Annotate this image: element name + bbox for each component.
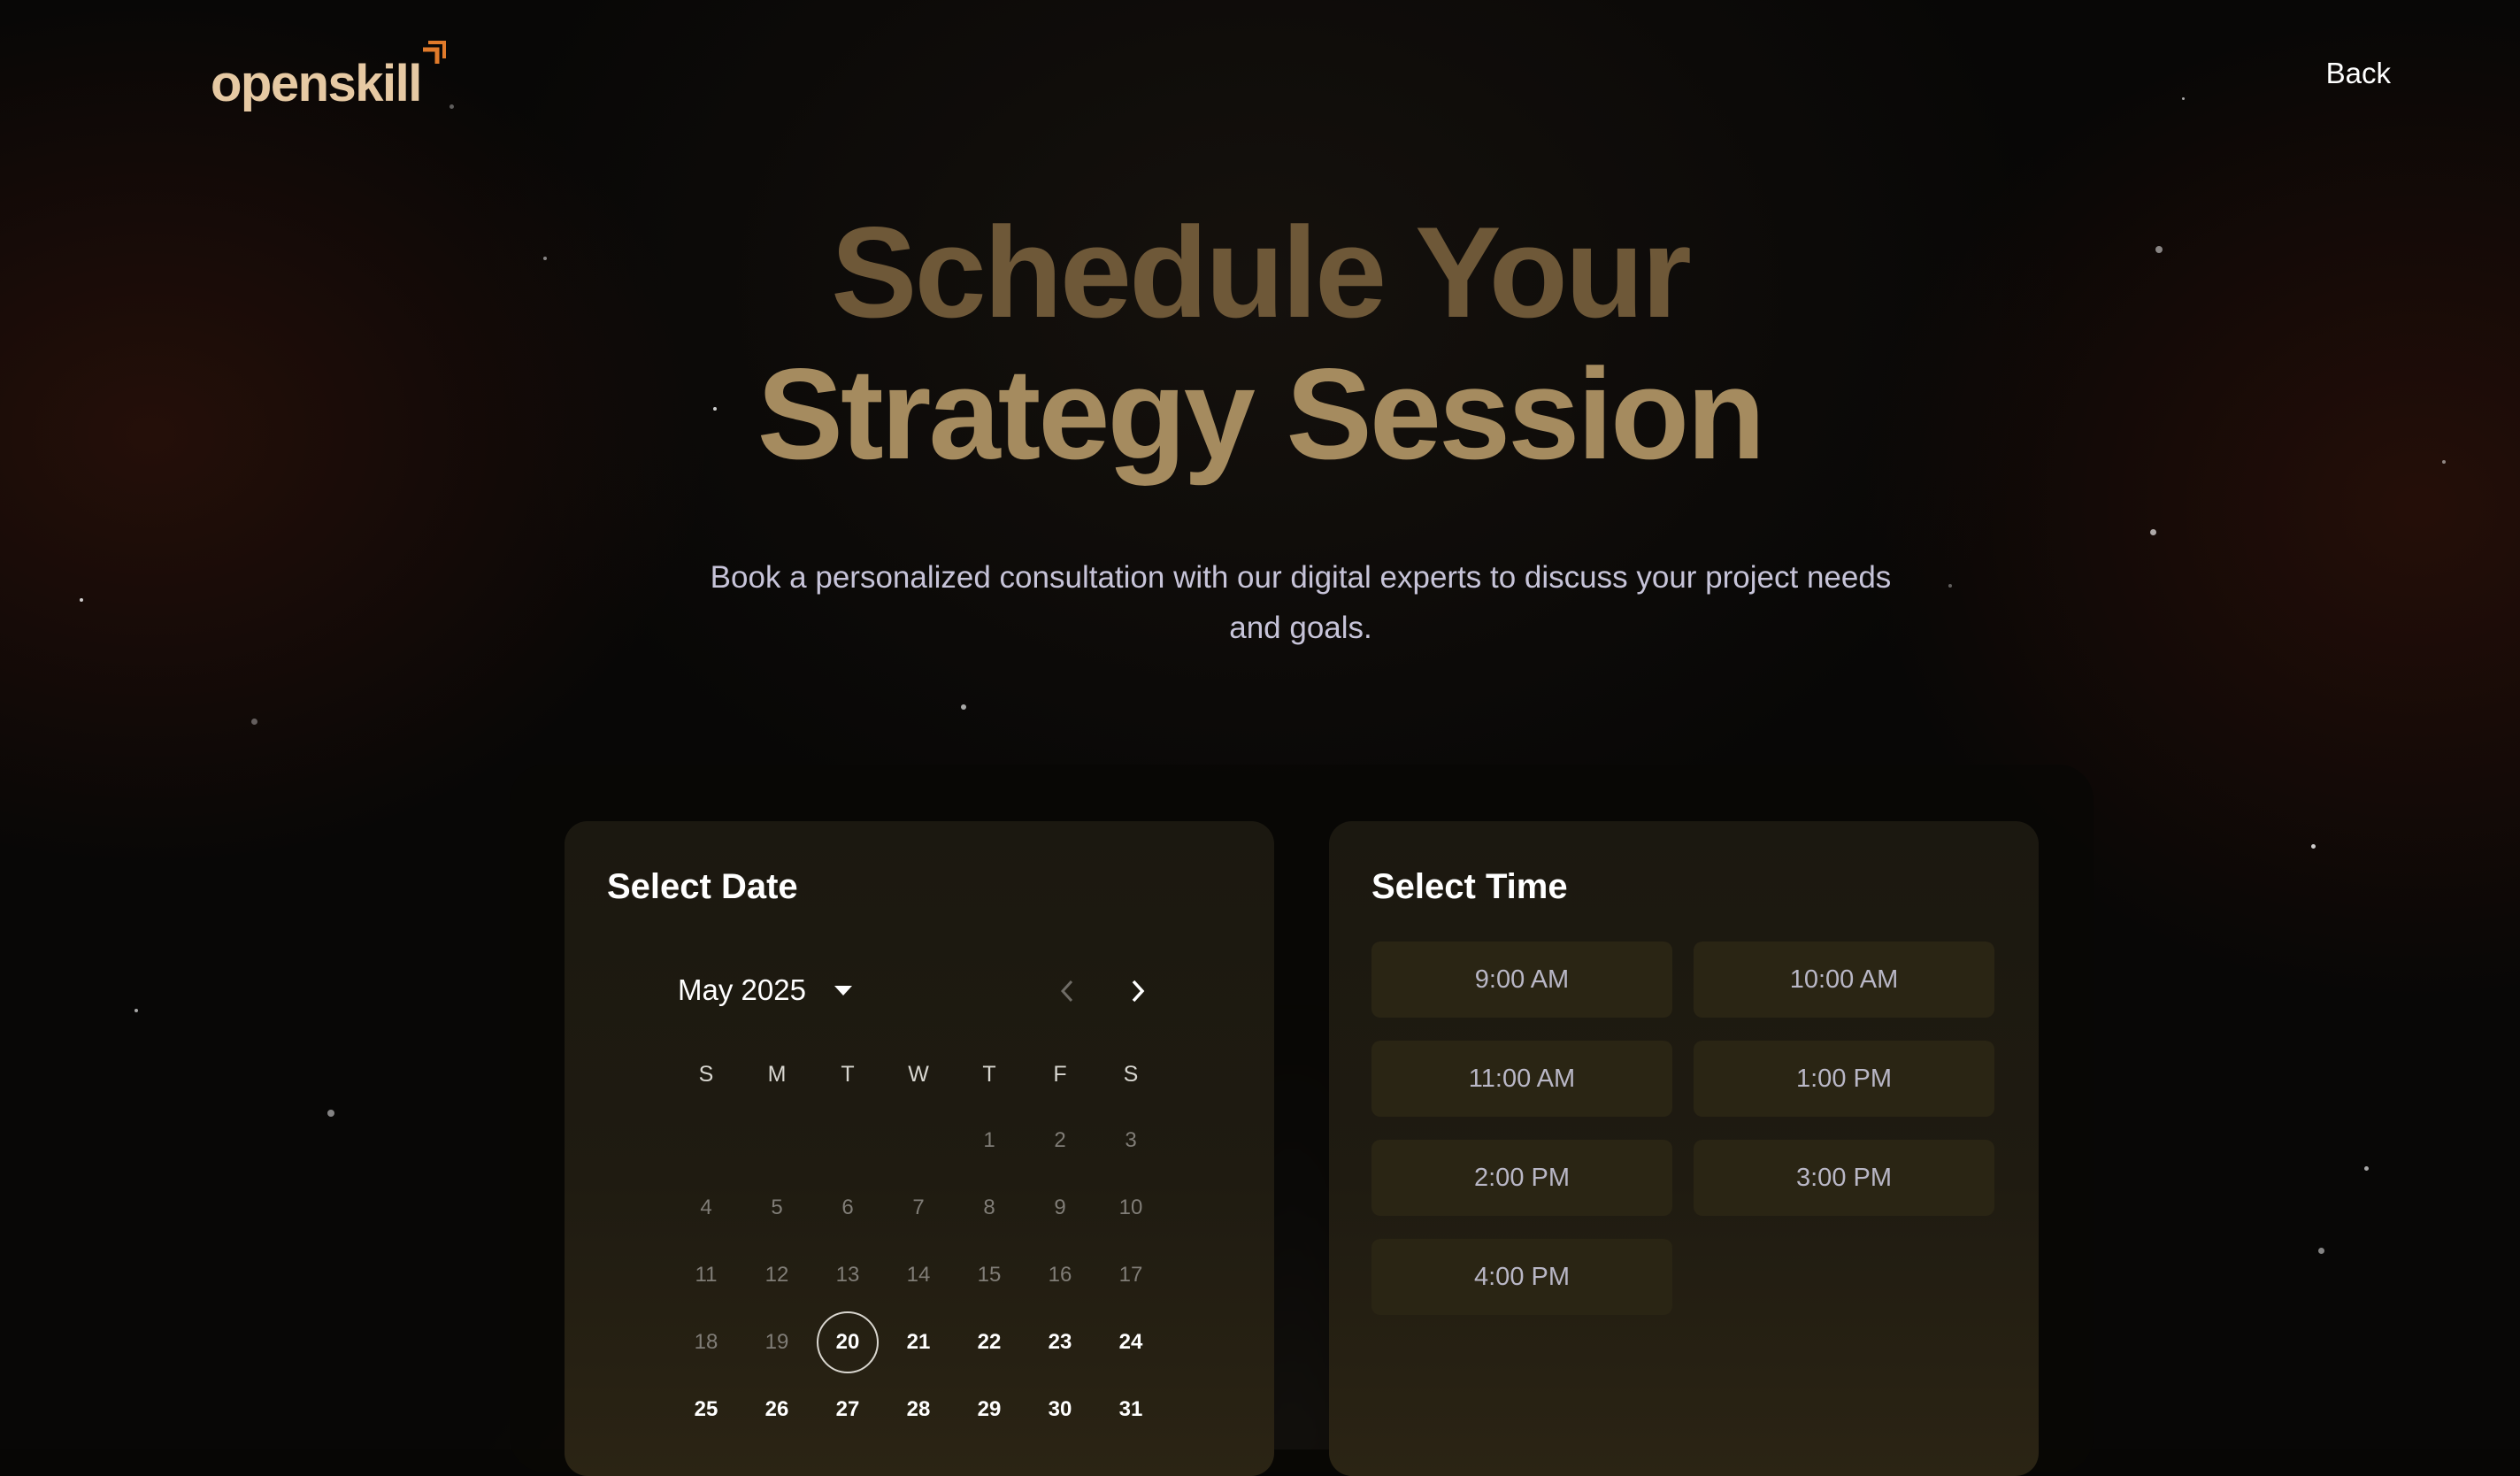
- star: [251, 719, 257, 725]
- calendar-day-30[interactable]: 30: [1029, 1379, 1091, 1441]
- month-selector[interactable]: May 2025: [678, 973, 852, 1007]
- weekday-label: S: [698, 1062, 714, 1087]
- calendar-day-26[interactable]: 26: [746, 1379, 808, 1441]
- select-time-card: Select Time 9:00 AM 10:00 AM 11:00 AM 1:00 …: [1329, 821, 2039, 1476]
- next-month-button[interactable]: [1118, 972, 1157, 1011]
- calendar-day-29[interactable]: 29: [958, 1379, 1020, 1441]
- calendar-day-12: 12: [764, 1263, 789, 1287]
- select-date-card: Select Date May 2025 SMTWTFS 1 2 3 4 5 6 7 8 9 10…: [565, 821, 1274, 1476]
- title-line-1: Schedule Your: [831, 200, 1692, 344]
- caret-down-icon: [834, 985, 852, 996]
- calendar-day-11: 11: [695, 1263, 718, 1287]
- page-subtitle: Book a personalized consultation with ou…: [710, 560, 1892, 645]
- calendar-day-4: 4: [700, 1195, 712, 1219]
- time-slot-button[interactable]: 3:00 PM: [1694, 1140, 1994, 1216]
- calendar-day-9: 9: [1054, 1195, 1066, 1219]
- page-title: Schedule Your Strategy Session: [0, 202, 2520, 485]
- calendar-day-1: 1: [983, 1128, 995, 1152]
- time-slot-button[interactable]: 9:00 AM: [1371, 942, 1672, 1018]
- star: [449, 104, 454, 109]
- time-slot-button[interactable]: 4:00 PM: [1371, 1239, 1672, 1315]
- time-slot-button[interactable]: 11:00 AM: [1371, 1041, 1672, 1117]
- star: [1948, 584, 1952, 588]
- calendar-day-5: 5: [771, 1195, 783, 1219]
- select-time-heading: Select Time: [1371, 867, 1568, 906]
- arrow-up-right-icon: [422, 41, 446, 64]
- chevron-left-icon: [1060, 980, 1073, 1003]
- weekday-header: SMTWTFS: [671, 1062, 1166, 1088]
- calendar-day-3: 3: [1125, 1128, 1137, 1152]
- calendar-day-8: 8: [983, 1195, 995, 1219]
- select-date-heading: Select Date: [607, 867, 798, 906]
- calendar-day-22[interactable]: 22: [958, 1311, 1020, 1373]
- calendar-day-21[interactable]: 21: [887, 1311, 949, 1373]
- calendar-day-27[interactable]: 27: [817, 1379, 879, 1441]
- calendar-day-24[interactable]: 24: [1100, 1311, 1162, 1373]
- calendar-day-16: 16: [1048, 1263, 1072, 1287]
- star: [327, 1110, 334, 1117]
- star: [2182, 97, 2185, 100]
- weekday-label: S: [1123, 1062, 1139, 1087]
- weekday-label: F: [1053, 1062, 1067, 1087]
- calendar-day-18: 18: [694, 1330, 718, 1354]
- calendar-day-31[interactable]: 31: [1100, 1379, 1162, 1441]
- calendar-day-17: 17: [1118, 1263, 1143, 1287]
- calendar-grid: 1 2 3 4 5 6 7 8 9 10 11 12 13 14 15 16 17 18 19 20 21 22 23 24 2…: [671, 1110, 1166, 1446]
- calendar-day-2: 2: [1054, 1128, 1066, 1152]
- weekday-label: M: [767, 1062, 787, 1087]
- star: [2150, 529, 2156, 535]
- star: [80, 598, 83, 602]
- weekday-label: W: [908, 1062, 929, 1087]
- month-label: May 2025: [678, 973, 806, 1006]
- calendar-day-13: 13: [835, 1263, 860, 1287]
- openskill-logo[interactable]: openskill: [211, 41, 446, 115]
- back-link[interactable]: Back: [2326, 57, 2391, 90]
- calendar-day-23[interactable]: 23: [1029, 1311, 1091, 1373]
- weekday-label: T: [841, 1062, 855, 1087]
- previous-month-button[interactable]: [1048, 972, 1087, 1011]
- time-slot-list: 9:00 AM 10:00 AM 11:00 AM 1:00 PM 2:00 PM 3:0…: [1371, 942, 1994, 1315]
- calendar-day-selected[interactable]: 20: [817, 1311, 879, 1373]
- star: [961, 704, 966, 710]
- weekday-label: T: [982, 1062, 996, 1087]
- calendar-day-7: 7: [912, 1195, 925, 1219]
- time-slot-button[interactable]: 2:00 PM: [1371, 1140, 1672, 1216]
- title-line-2: Strategy Session: [757, 342, 1766, 486]
- calendar-day-28[interactable]: 28: [887, 1379, 949, 1441]
- calendar-day-10: 10: [1118, 1195, 1143, 1219]
- time-slot-button[interactable]: 1:00 PM: [1694, 1041, 1994, 1117]
- calendar-day-19: 19: [764, 1330, 789, 1354]
- calendar-day-6: 6: [841, 1195, 854, 1219]
- time-slot-button[interactable]: 10:00 AM: [1694, 942, 1994, 1018]
- chevron-right-icon: [1132, 980, 1145, 1003]
- star: [2311, 844, 2316, 849]
- calendar-day-14: 14: [906, 1263, 931, 1287]
- star: [134, 1009, 138, 1012]
- calendar-day-15: 15: [977, 1263, 1002, 1287]
- calendar-day-25[interactable]: 25: [675, 1379, 737, 1441]
- star: [2318, 1248, 2324, 1254]
- logo-text: openskill: [211, 55, 422, 112]
- star: [2364, 1166, 2369, 1171]
